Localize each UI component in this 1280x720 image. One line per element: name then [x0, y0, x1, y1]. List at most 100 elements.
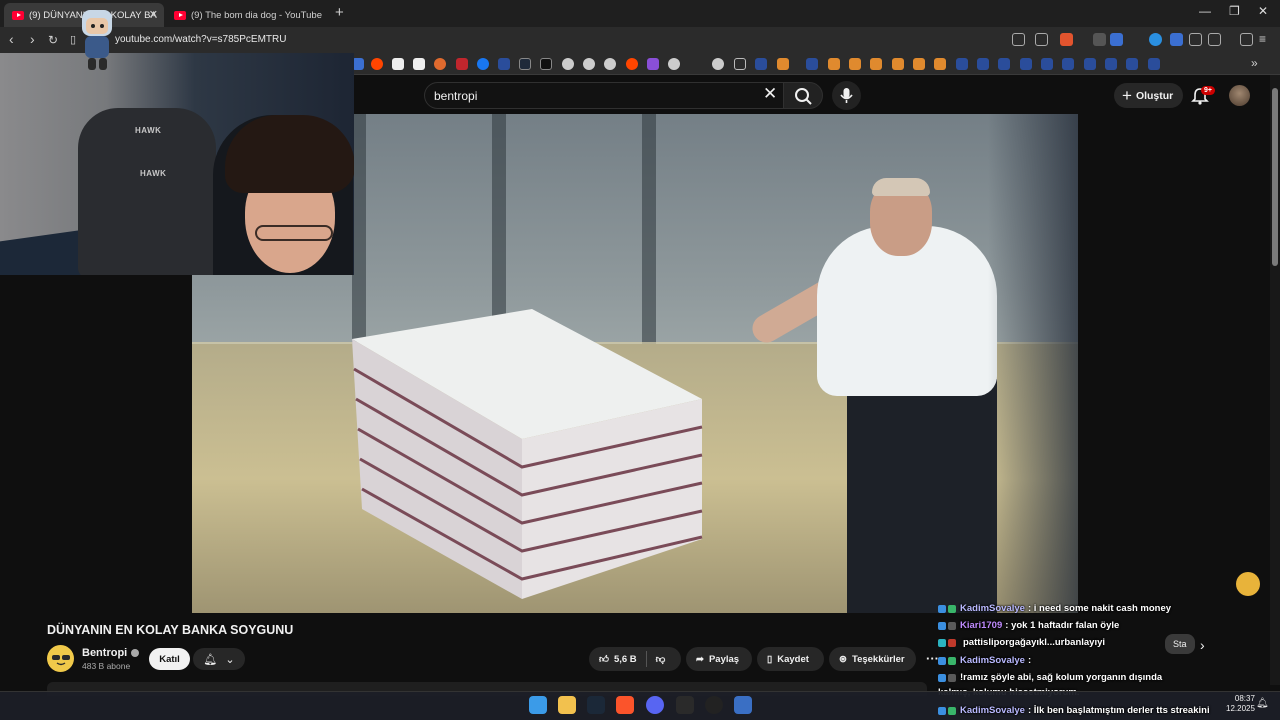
steam-icon[interactable]	[755, 58, 767, 70]
bookmark-icon[interactable]	[892, 58, 904, 70]
sidebar-icon[interactable]	[1208, 33, 1221, 46]
bookmark-icon[interactable]	[456, 58, 468, 70]
channel-avatar[interactable]	[47, 645, 74, 672]
like-count[interactable]: 5,6 B	[614, 654, 637, 665]
bookmark-icon[interactable]	[828, 58, 840, 70]
brave-taskbar-icon[interactable]	[616, 696, 634, 714]
subscription-bell-button[interactable]: 🔔︎ ⌄	[193, 648, 245, 670]
reload-icon[interactable]: ↻	[48, 33, 58, 47]
bookmark-icon[interactable]	[870, 58, 882, 70]
reddit-icon[interactable]	[626, 58, 638, 70]
chat-message: !ramız şöyle abi, sağ kolum yorganın dış…	[938, 672, 1162, 683]
bookmark-icon[interactable]	[413, 58, 425, 70]
chip-filter[interactable]: Sta	[1165, 634, 1195, 654]
channel-name-row[interactable]: Bentropi	[82, 647, 140, 659]
save-button[interactable]: ▯ Kaydet	[757, 647, 824, 671]
address-bar[interactable]: youtube.com/watch?v=s785PcEMTRU	[115, 34, 286, 45]
share-button[interactable]: ➦ Paylaş	[686, 647, 752, 671]
badge-icon	[938, 706, 946, 715]
extension-icon[interactable]	[1170, 33, 1183, 46]
bookmark-icon[interactable]	[777, 58, 789, 70]
steam-icon[interactable]	[956, 58, 968, 70]
bookmark-icon[interactable]	[849, 58, 861, 70]
bookmark-icon[interactable]	[540, 58, 552, 70]
close-window-button[interactable]: ✕	[1258, 4, 1268, 18]
clock-time: 08:37	[1234, 694, 1255, 703]
close-tab-icon[interactable]: ✕	[149, 8, 158, 21]
steam-icon[interactable]	[806, 58, 818, 70]
screen-cast-icon[interactable]	[1012, 33, 1025, 46]
steam-taskbar-icon[interactable]	[587, 696, 605, 714]
new-tab-button[interactable]: +	[335, 4, 344, 21]
search-button[interactable]	[783, 82, 823, 109]
restore-button[interactable]: ❐	[1229, 4, 1240, 18]
bookmark-icon[interactable]	[562, 58, 574, 70]
chat-message: Kiari1709 : yok 1 haftadır falan öyle	[938, 620, 1119, 631]
steam-icon[interactable]	[998, 58, 1010, 70]
bookmark-icon[interactable]	[477, 58, 489, 70]
search-icon	[795, 88, 812, 105]
media-icon[interactable]	[1240, 33, 1253, 46]
minimize-button[interactable]: —	[1199, 4, 1211, 18]
account-avatar[interactable]	[1229, 85, 1250, 106]
bookmark-icon[interactable]	[647, 58, 659, 70]
tab-inactive[interactable]: (9) The bom dia dog - YouTube	[166, 3, 326, 27]
chat-text: i need some nakit cash money	[1033, 603, 1172, 614]
bookmark-icon[interactable]	[668, 58, 680, 70]
search-input[interactable]	[424, 82, 784, 109]
windows-start-icon[interactable]	[529, 696, 547, 714]
bookmark-icon[interactable]	[392, 58, 404, 70]
app-taskbar-icon[interactable]	[705, 696, 723, 714]
channel-name[interactable]: Bentropi	[82, 647, 127, 659]
file-explorer-icon[interactable]	[558, 696, 576, 714]
folder-icon[interactable]	[734, 58, 746, 70]
badge-icon	[948, 604, 956, 613]
steam-icon[interactable]	[1020, 58, 1032, 70]
forward-icon[interactable]: ›	[30, 31, 35, 47]
steam-icon[interactable]	[1084, 58, 1096, 70]
save-label: Kaydet	[777, 653, 809, 665]
steam-icon[interactable]	[1105, 58, 1117, 70]
bookmark-icon[interactable]	[712, 58, 724, 70]
bookmark-icon[interactable]	[934, 58, 946, 70]
join-button[interactable]: Katıl	[149, 648, 190, 670]
bell-icon: 🔔︎	[203, 653, 218, 666]
bookmark-icon[interactable]	[604, 58, 616, 70]
extension-icon[interactable]	[1093, 33, 1106, 46]
thumbs-up-icon[interactable]: 👍︎	[599, 653, 609, 665]
bookmark-icon[interactable]	[519, 58, 531, 70]
steam-icon[interactable]	[1148, 58, 1160, 70]
steam-icon[interactable]	[1062, 58, 1074, 70]
notification-center-icon[interactable]: 🔔︎	[1256, 698, 1269, 709]
steam-icon[interactable]	[1041, 58, 1053, 70]
scrollbar-thumb[interactable]	[1272, 88, 1278, 266]
brave-shield-icon[interactable]	[1060, 33, 1073, 46]
app-taskbar-icon[interactable]	[676, 696, 694, 714]
tab-inactive-label: (9) The bom dia dog - YouTube	[191, 9, 322, 21]
reddit-icon[interactable]	[371, 58, 383, 70]
system-clock[interactable]: 08:37 12.2025	[1226, 694, 1255, 714]
create-button[interactable]: + Oluştur	[1114, 83, 1183, 108]
extension-icon[interactable]	[1110, 33, 1123, 46]
steam-icon[interactable]	[977, 58, 989, 70]
voice-search-button[interactable]	[832, 81, 861, 110]
chair-logo: HAWK	[140, 169, 167, 178]
chevron-right-icon[interactable]: ›	[1200, 637, 1205, 653]
back-icon[interactable]: ‹	[9, 31, 14, 47]
chat-badges	[938, 656, 956, 665]
more-bookmarks-icon[interactable]: »	[1251, 56, 1258, 70]
steam-icon[interactable]	[1126, 58, 1138, 70]
bookmark-icon[interactable]	[498, 58, 510, 70]
extensions-puzzle-icon[interactable]	[1189, 33, 1202, 46]
share-icon[interactable]	[1035, 33, 1048, 46]
discord-taskbar-icon[interactable]	[646, 696, 664, 714]
clear-search-icon[interactable]: ✕	[763, 84, 777, 104]
thanks-button[interactable]: ⊛ Teşekkürler	[829, 647, 916, 671]
bookmark-icon[interactable]	[434, 58, 446, 70]
thumbs-down-icon[interactable]: 👎︎	[656, 653, 666, 665]
menu-icon[interactable]: ≡	[1259, 32, 1266, 46]
app-taskbar-icon[interactable]	[734, 696, 752, 714]
bookmark-icon[interactable]	[583, 58, 595, 70]
bookmark-icon[interactable]	[913, 58, 925, 70]
extension-icon[interactable]	[1149, 33, 1162, 46]
